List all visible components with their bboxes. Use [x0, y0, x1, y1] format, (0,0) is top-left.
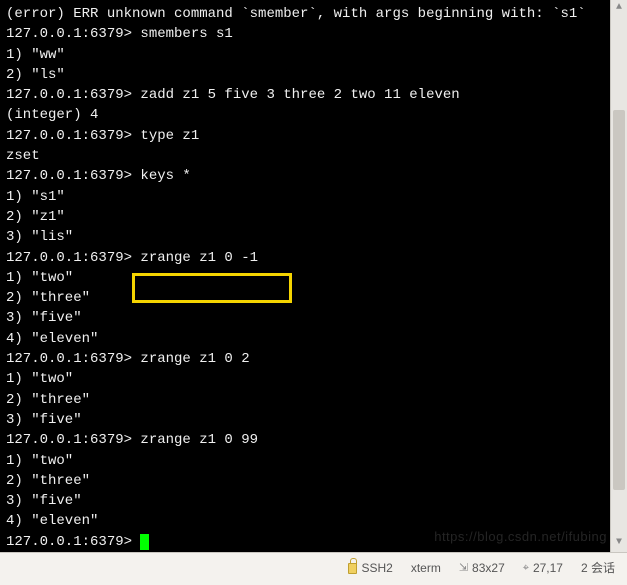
terminal-line: 127.0.0.1:6379> zrange z1 0 2 [6, 349, 621, 369]
terminal-line: 1) "s1" [6, 187, 621, 207]
terminal-line: 127.0.0.1:6379> smembers s1 [6, 24, 621, 44]
scrollbar-thumb[interactable] [613, 110, 625, 490]
terminal-output[interactable]: (error) ERR unknown command `smember`, w… [0, 0, 627, 552]
lock-icon [348, 563, 357, 574]
terminal-line: 3) "five" [6, 410, 621, 430]
terminal-line: 4) "eleven" [6, 329, 621, 349]
terminal-line: 2) "ls" [6, 65, 621, 85]
terminal-line: 3) "five" [6, 308, 621, 328]
terminal-line: 127.0.0.1:6379> zadd z1 5 five 3 three 2… [6, 85, 621, 105]
status-size-label: 83x27 [472, 560, 505, 577]
terminal-line: 3) "five" [6, 491, 621, 511]
status-protocol-label: SSH2 [361, 560, 392, 577]
cursor [140, 534, 149, 550]
terminal-line: 4) "eleven" [6, 511, 621, 531]
terminal-line: 3) "lis" [6, 227, 621, 247]
terminal-line: (error) ERR unknown command `smember`, w… [6, 4, 621, 24]
status-bar: SSH2 xterm ⇲ 83x27 ⌖ 27,17 2 会话 [0, 552, 627, 585]
terminal-line: 1) "two" [6, 451, 621, 471]
terminal-line: 2) "three" [6, 288, 621, 308]
terminal-line: 2) "z1" [6, 207, 621, 227]
size-icon: ⇲ [459, 561, 468, 577]
terminal-line: 1) "ww" [6, 45, 621, 65]
status-term-type: xterm [411, 560, 441, 577]
prompt-text: 127.0.0.1:6379> [6, 534, 140, 550]
position-icon: ⌖ [523, 561, 529, 577]
terminal-line: 127.0.0.1:6379> zrange z1 0 -1 [6, 248, 621, 268]
status-term-label: xterm [411, 560, 441, 577]
terminal-line: 127.0.0.1:6379> zrange z1 0 99 [6, 430, 621, 450]
terminal-line: 2) "three" [6, 471, 621, 491]
terminal-line: 127.0.0.1:6379> keys * [6, 166, 621, 186]
terminal-line: 1) "two" [6, 369, 621, 389]
scrollbar-down-button[interactable]: ▼ [611, 535, 627, 552]
scrollbar-up-button[interactable]: ▲ [611, 0, 627, 17]
status-position: ⌖ 27,17 [523, 560, 563, 577]
terminal-line: zset [6, 146, 621, 166]
terminal-line: 127.0.0.1:6379> type z1 [6, 126, 621, 146]
prompt-line[interactable]: 127.0.0.1:6379> [6, 532, 621, 552]
terminal-line: 1) "two" [6, 268, 621, 288]
terminal-line: (integer) 4 [6, 105, 621, 125]
terminal-line: 2) "three" [6, 390, 621, 410]
status-sessions: 2 会话 [581, 560, 615, 577]
status-position-label: 27,17 [533, 560, 563, 577]
scrollbar[interactable]: ▲ ▼ [610, 0, 627, 552]
status-sessions-label: 2 会话 [581, 560, 615, 577]
status-size: ⇲ 83x27 [459, 560, 505, 577]
status-protocol: SSH2 [348, 560, 392, 577]
